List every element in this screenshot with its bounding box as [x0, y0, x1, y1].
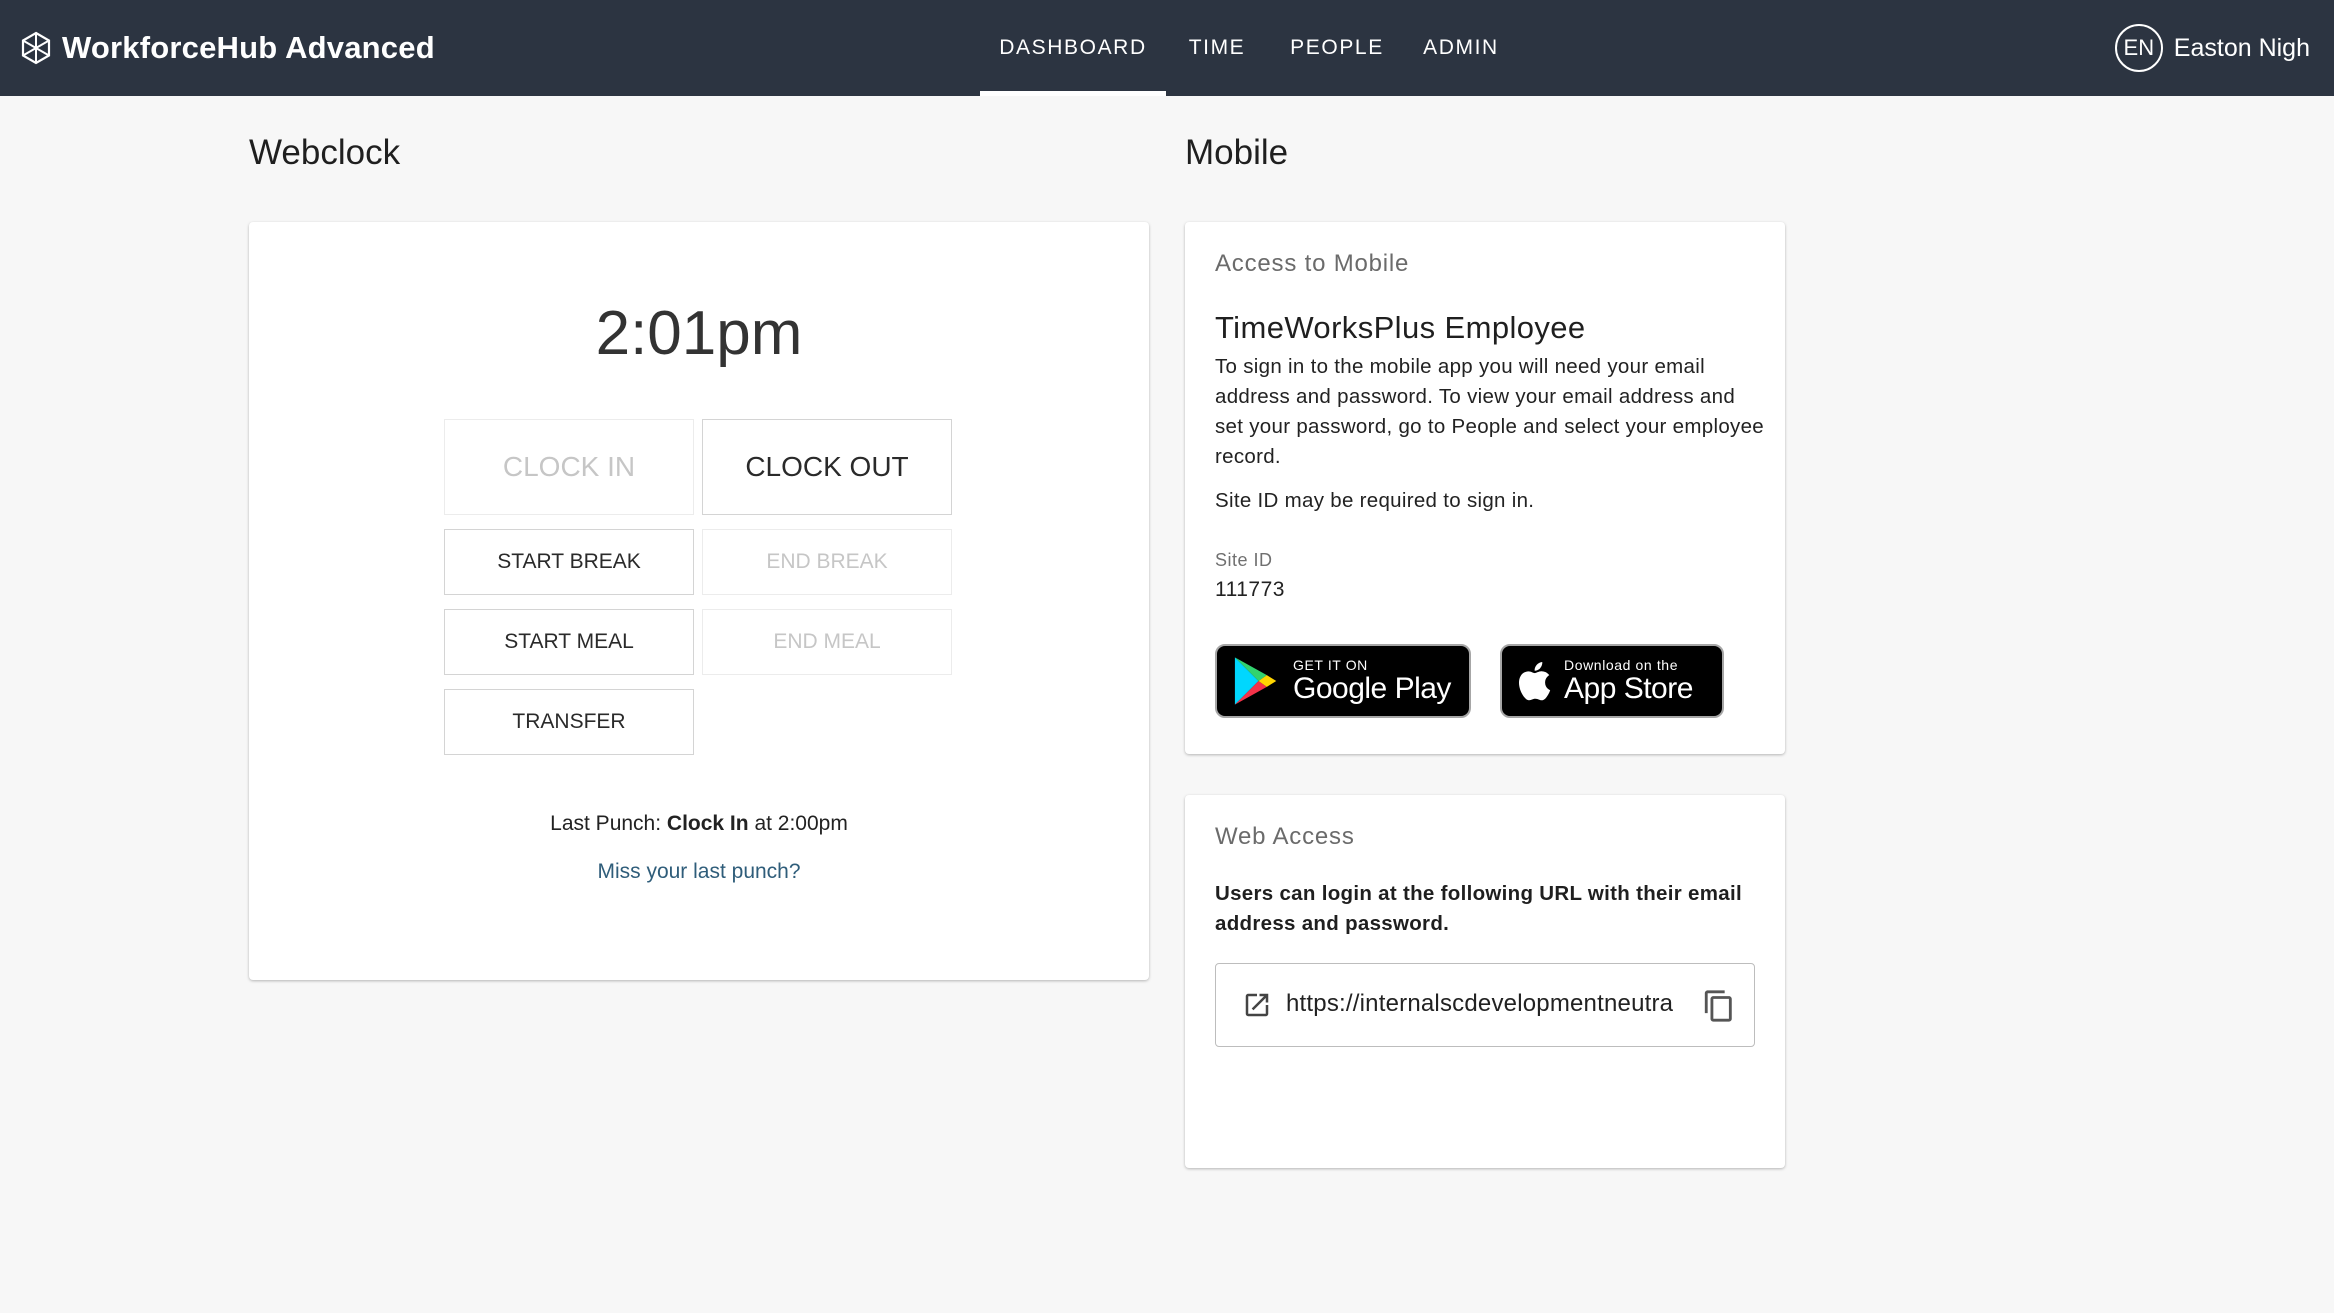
last-punch-prefix: Last Punch: [550, 812, 662, 835]
site-id-value: 111773 [1215, 578, 1285, 601]
last-punch-connector: at [754, 812, 772, 835]
start-break-button[interactable]: START BREAK [444, 529, 694, 595]
nav-tab-time[interactable]: TIME [1166, 0, 1268, 96]
top-app-bar: WorkforceHub Advanced DASHBOARD TIME PEO… [0, 0, 2334, 96]
mobile-title: Mobile [1185, 133, 1289, 172]
user-menu[interactable]: EN Easton Nigh [2114, 24, 2310, 72]
nav-tab-admin[interactable]: ADMIN [1406, 0, 1516, 96]
clock-out-button[interactable]: CLOCK OUT [702, 419, 952, 515]
mobile-access-card: Access to Mobile TimeWorksPlus Employee … [1185, 222, 1785, 754]
last-punch-time: 2:00pm [777, 812, 848, 835]
google-play-small-text: GET IT ON [1293, 657, 1368, 673]
site-id-label: Site ID [1215, 550, 1273, 570]
web-access-description: Users can login at the following URL wit… [1215, 882, 1742, 935]
webclock-title: Webclock [249, 133, 401, 172]
webclock-card: 2:01pm CLOCK IN CLOCK OUT START BREAK EN… [249, 222, 1149, 980]
site-id-note: Site ID may be required to sign in. [1215, 489, 1535, 512]
avatar[interactable]: EN [2114, 24, 2163, 72]
google-play-badge[interactable]: GET IT ON Google Play [1215, 644, 1471, 718]
brand-name: WorkforceHub Advanced [62, 30, 435, 65]
web-access-url-field[interactable]: https://internalscdevelopmentneutra [1215, 963, 1755, 1047]
app-store-large-text: App Store [1564, 672, 1693, 705]
transfer-button[interactable]: TRANSFER [444, 689, 694, 755]
mobile-description: To sign in to the mobile app you will ne… [1215, 355, 1764, 468]
google-play-large-text: Google Play [1293, 672, 1451, 705]
current-time: 2:01pm [595, 299, 803, 368]
app-store-small-text: Download on the [1564, 657, 1679, 673]
google-play-icon [1234, 657, 1277, 705]
last-punch-type: Clock In [666, 812, 749, 835]
end-break-button[interactable]: END BREAK [702, 529, 952, 595]
open-in-new-icon[interactable] [1242, 990, 1272, 1020]
nav-tab-dashboard[interactable]: DASHBOARD [980, 0, 1166, 96]
end-meal-button[interactable]: END MEAL [702, 609, 952, 675]
nav-tab-people[interactable]: PEOPLE [1268, 0, 1406, 96]
missed-punch-link[interactable]: Miss your last punch? [249, 860, 1149, 884]
web-access-card: Web Access Users can login at the follow… [1185, 795, 1785, 1168]
user-name[interactable]: Easton Nigh [2174, 34, 2310, 63]
brand[interactable]: WorkforceHub Advanced [18, 26, 435, 70]
main-nav: DASHBOARD TIME PEOPLE ADMIN [980, 0, 1516, 96]
workforcehub-logo-icon [21, 31, 51, 65]
mobile-app-name: TimeWorksPlus Employee [1215, 310, 1586, 345]
copy-icon[interactable] [1702, 988, 1736, 1024]
app-store-badge[interactable]: Download on the App Store [1500, 644, 1724, 718]
apple-icon [1518, 661, 1551, 701]
web-access-label: Web Access [1215, 823, 1355, 850]
web-access-url[interactable]: https://internalscdevelopmentneutra [1286, 990, 1686, 1018]
last-punch-info: Last Punch: Clock In at 2:00pm [249, 812, 1149, 836]
mobile-card-label: Access to Mobile [1215, 250, 1410, 277]
clock-in-button[interactable]: CLOCK IN [444, 419, 694, 515]
start-meal-button[interactable]: START MEAL [444, 609, 694, 675]
